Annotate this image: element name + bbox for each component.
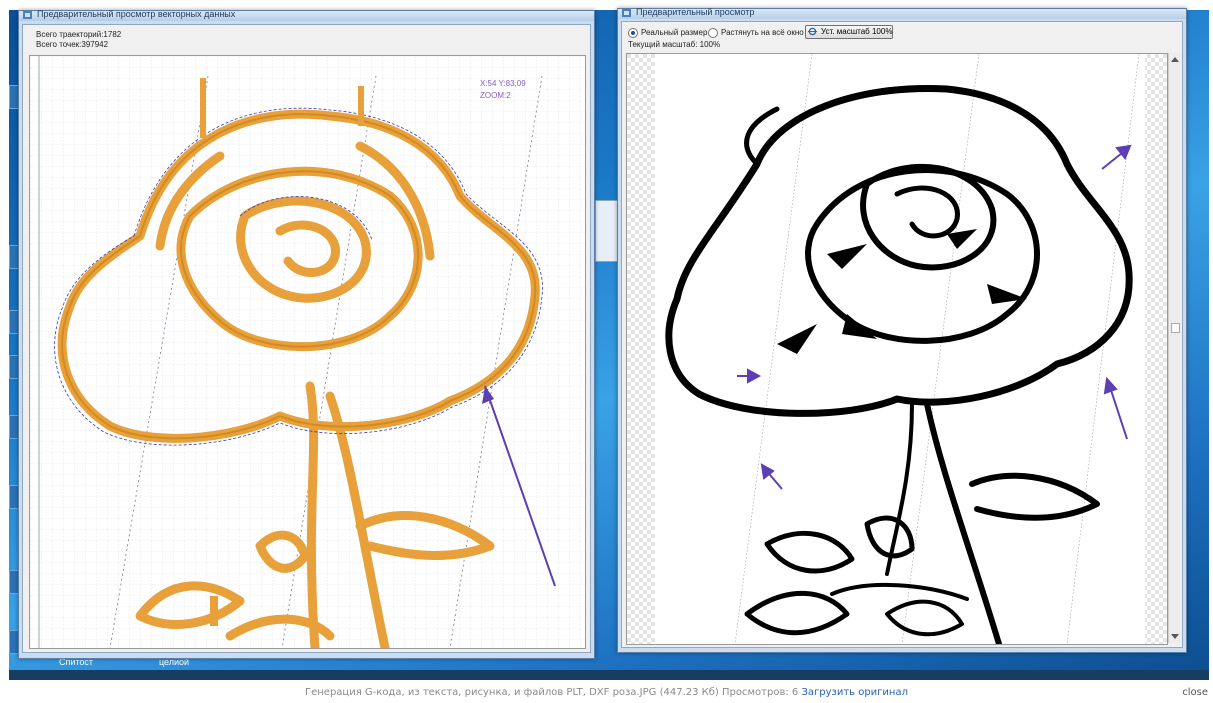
raster-canvas[interactable] — [626, 53, 1168, 645]
real-size-label: Реальный размер — [641, 28, 708, 37]
scroll-up-icon[interactable] — [1169, 55, 1181, 65]
vertical-scrollbar[interactable] — [1168, 53, 1181, 643]
vector-preview-window: Предварительный просмотр векторных данны… — [18, 9, 595, 659]
image-caption: Генерация G-кода, из текста, рисунка, и … — [0, 687, 1213, 698]
app-icon — [622, 9, 631, 17]
window-title: Предварительный просмотр — [636, 7, 755, 17]
real-size-radio[interactable] — [628, 28, 638, 38]
scroll-thumb[interactable] — [1171, 323, 1180, 333]
cursor-coordinates: X:54 Y:83,09 — [480, 79, 526, 88]
app-icon — [23, 11, 32, 19]
vector-preview-client: Всего траекторий:1782 Всего точек:397942 — [22, 24, 591, 653]
zoom-icon — [808, 27, 817, 36]
raster-drawing — [627, 54, 1167, 644]
point-count: Всего точек:397942 — [36, 40, 109, 49]
preview-window: Предварительный просмотр Реальный размер… — [617, 7, 1187, 653]
trajectory-count: Всего траекторий:1782 — [36, 30, 122, 39]
set-zoom-button[interactable]: Уст. масштаб 100% — [805, 25, 893, 39]
stretch-radio[interactable] — [708, 28, 718, 38]
title-bar[interactable]: Предварительный просмотр — [618, 7, 1186, 19]
download-original-link[interactable]: Загрузить оригинал — [801, 687, 908, 698]
close-link[interactable]: close — [1182, 687, 1208, 698]
title-bar[interactable]: Предварительный просмотр векторных данны… — [19, 9, 594, 21]
current-scale: Текущий масштаб: 100% — [628, 40, 721, 49]
zoom-level: ZOOM:2 — [480, 91, 511, 100]
window-title: Предварительный просмотр векторных данны… — [37, 9, 236, 19]
caption-text: Генерация G-кода, из текста, рисунка, и … — [305, 687, 799, 698]
vector-drawing — [30, 56, 585, 648]
stretch-label: Растянуть на всё окно — [721, 28, 804, 37]
scroll-down-icon[interactable] — [1169, 631, 1181, 641]
taskbar — [9, 670, 1209, 680]
set-zoom-label: Уст. масштаб 100% — [821, 27, 893, 36]
vector-canvas[interactable]: X:54 Y:83,09 ZOOM:2 — [29, 55, 586, 649]
preview-client: Реальный размер Растянуть на всё окно Ус… — [621, 21, 1183, 648]
